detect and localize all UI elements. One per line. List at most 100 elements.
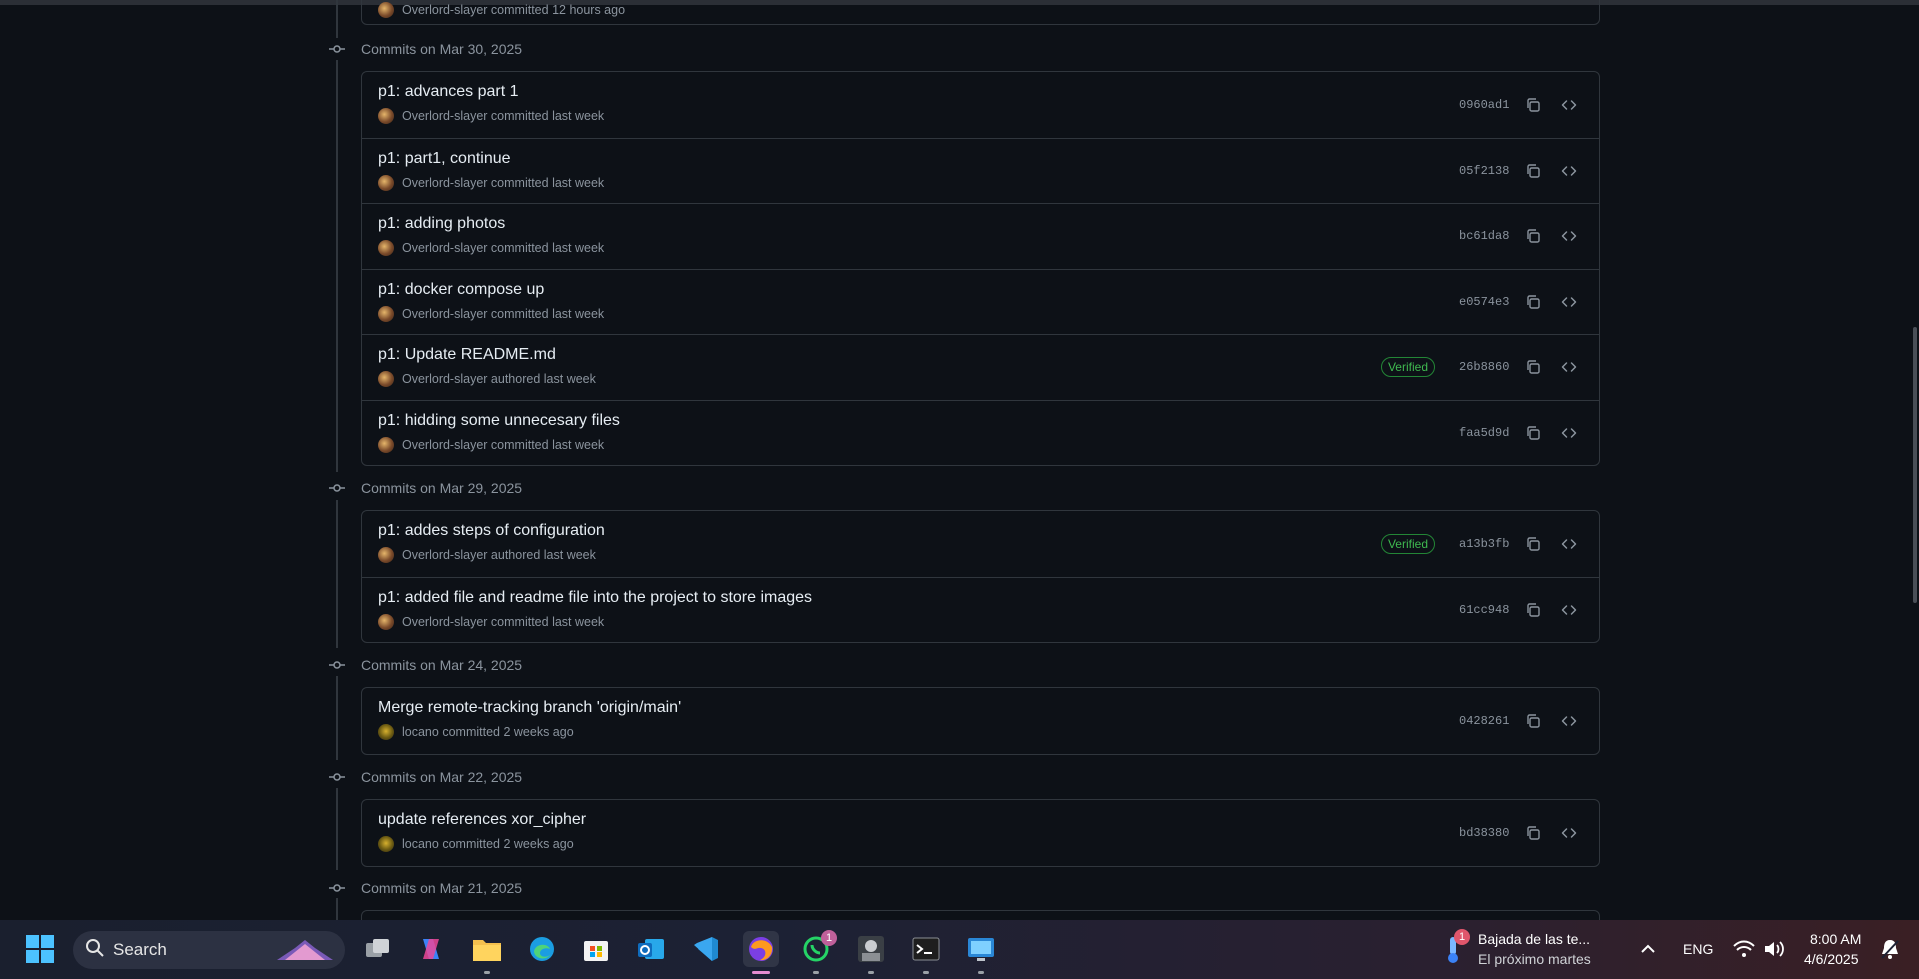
copy-icon[interactable]	[1519, 707, 1547, 735]
windows-start-icon[interactable]	[22, 931, 58, 967]
copy-icon[interactable]	[1519, 596, 1547, 624]
code-icon[interactable]	[1555, 288, 1583, 316]
commit-sha-link[interactable]: e0574e3	[1459, 295, 1511, 309]
commit-row: p1: addes steps of configuration Overlor…	[362, 511, 1599, 577]
commit-sha-link[interactable]: a13b3fb	[1459, 537, 1511, 551]
code-icon[interactable]	[1555, 819, 1583, 847]
commit-row: p1: hidding some unnecesary files Overlo…	[362, 399, 1599, 466]
commit-title-link[interactable]: p1: addes steps of configuration	[378, 522, 605, 540]
author-avatar[interactable]	[378, 436, 394, 453]
author-avatar[interactable]	[378, 836, 394, 852]
terminal-icon[interactable]	[908, 931, 944, 967]
commit-title-link[interactable]: p1: hidding some unnecesary files	[378, 412, 620, 430]
commit-sha-link[interactable]: bc61da8	[1459, 229, 1511, 243]
author-avatar[interactable]	[378, 305, 394, 322]
commit-sha-link[interactable]: faa5d9d	[1459, 426, 1511, 440]
copy-icon[interactable]	[1519, 419, 1547, 447]
edge-icon[interactable]	[524, 931, 560, 967]
file-explorer-icon[interactable]	[469, 931, 505, 967]
author-avatar[interactable]	[378, 174, 394, 191]
commit-sha-link[interactable]: bd38380	[1459, 826, 1511, 840]
chevron-up-icon[interactable]	[1630, 931, 1666, 967]
copy-icon[interactable]	[1519, 288, 1547, 316]
notifications-bell-icon[interactable]	[1872, 931, 1908, 967]
commit-author[interactable]: Overlord-slayer	[402, 176, 487, 190]
code-icon[interactable]	[1555, 353, 1583, 381]
commit-sha-link[interactable]: 26b8860	[1459, 360, 1511, 374]
commit-time: last week	[552, 306, 605, 321]
author-avatar[interactable]	[378, 2, 394, 18]
clock-time[interactable]: 8:00 AM	[1810, 931, 1861, 947]
code-icon[interactable]	[1555, 419, 1583, 447]
author-avatar[interactable]	[378, 724, 394, 740]
app-icon[interactable]	[853, 931, 889, 967]
commit-author[interactable]: Overlord-slayer	[402, 307, 487, 321]
outlook-icon[interactable]	[633, 931, 669, 967]
commit-author[interactable]: Overlord-slayer	[402, 438, 487, 452]
copy-icon[interactable]	[1519, 91, 1547, 119]
code-icon[interactable]	[1555, 157, 1583, 185]
commit-title-link[interactable]: p1: adding photos	[378, 215, 505, 233]
commit-author[interactable]: Overlord-slayer	[402, 109, 487, 123]
scrollbar-thumb[interactable]	[1913, 327, 1917, 603]
commit-author[interactable]: locano	[402, 725, 439, 739]
author-avatar[interactable]	[378, 371, 394, 387]
commit-title-link[interactable]: p1: advances part 1	[378, 83, 519, 101]
vscode-icon[interactable]	[688, 931, 724, 967]
commit-list: p1: addes steps of configuration Overlor…	[361, 510, 1600, 643]
copy-icon[interactable]	[1519, 819, 1547, 847]
verified-badge[interactable]: Verified	[1380, 357, 1435, 378]
commit-time: last week	[543, 548, 596, 562]
clock-date[interactable]: 4/6/2025	[1804, 951, 1859, 967]
commit-title-link[interactable]: Merge remote-tracking branch 'origin/mai…	[378, 699, 681, 717]
code-icon[interactable]	[1555, 222, 1583, 250]
code-icon[interactable]	[1555, 91, 1583, 119]
remote-desktop-icon[interactable]	[963, 931, 999, 967]
commit-action: committed	[490, 614, 549, 629]
commit-title-link[interactable]: p1: part1, continue	[378, 150, 511, 168]
commit-row: p1: docker compose up Overlord-slayer co…	[362, 268, 1599, 335]
verified-badge[interactable]: Verified	[1380, 533, 1435, 554]
commit-action: committed	[490, 109, 549, 123]
code-icon[interactable]	[1555, 707, 1583, 735]
search-label: Search	[113, 940, 167, 959]
volume-icon[interactable]	[1756, 931, 1792, 967]
copy-icon[interactable]	[1519, 353, 1547, 381]
timeline-line	[336, 0, 338, 38]
commit-title-link[interactable]: update references xor_cipher	[378, 811, 586, 829]
weather-title[interactable]: Bajada de las te...	[1478, 931, 1590, 947]
author-avatar[interactable]	[378, 108, 394, 124]
commit-author[interactable]: Overlord-slayer	[402, 3, 487, 17]
running-indicator	[752, 971, 770, 974]
taskbar-search[interactable]: Search	[73, 931, 345, 969]
microsoft-store-icon[interactable]	[578, 931, 614, 967]
copy-icon[interactable]	[1519, 157, 1547, 185]
language-indicator[interactable]: ENG	[1683, 941, 1713, 957]
code-icon[interactable]	[1555, 596, 1583, 624]
firefox-icon[interactable]	[743, 931, 779, 967]
author-avatar[interactable]	[378, 547, 394, 563]
commit-title-link[interactable]: p1: added file and readme file into the …	[378, 589, 812, 607]
copy-icon[interactable]	[1519, 530, 1547, 558]
author-avatar[interactable]	[378, 613, 394, 630]
commit-box-partial: Overlord-slayer committed 12 hours ago	[361, 0, 1600, 25]
commit-time: 12 hours ago	[552, 3, 626, 17]
commit-sha-link[interactable]: 61cc948	[1459, 603, 1511, 617]
commit-sha-link[interactable]: 0960ad1	[1459, 98, 1511, 112]
author-avatar[interactable]	[378, 240, 394, 256]
commit-title-link[interactable]: p1: Update README.md	[378, 346, 556, 364]
commit-author[interactable]: Overlord-slayer	[402, 372, 487, 386]
search-icon	[85, 938, 105, 963]
commit-sha-link[interactable]: 0428261	[1459, 714, 1511, 728]
commit-title-link[interactable]: p1: docker compose up	[378, 281, 544, 299]
code-icon[interactable]	[1555, 530, 1583, 558]
commit-author[interactable]: locano	[402, 837, 439, 851]
task-view-icon[interactable]	[360, 931, 396, 967]
copilot-icon[interactable]	[413, 931, 449, 967]
weather-subtitle[interactable]: El próximo martes	[1478, 951, 1591, 967]
copy-icon[interactable]	[1519, 222, 1547, 250]
commit-author[interactable]: Overlord-slayer	[402, 615, 487, 629]
commit-sha-link[interactable]: 05f2138	[1459, 164, 1511, 178]
commit-author[interactable]: Overlord-slayer	[402, 548, 487, 562]
commit-author[interactable]: Overlord-slayer	[402, 241, 487, 255]
